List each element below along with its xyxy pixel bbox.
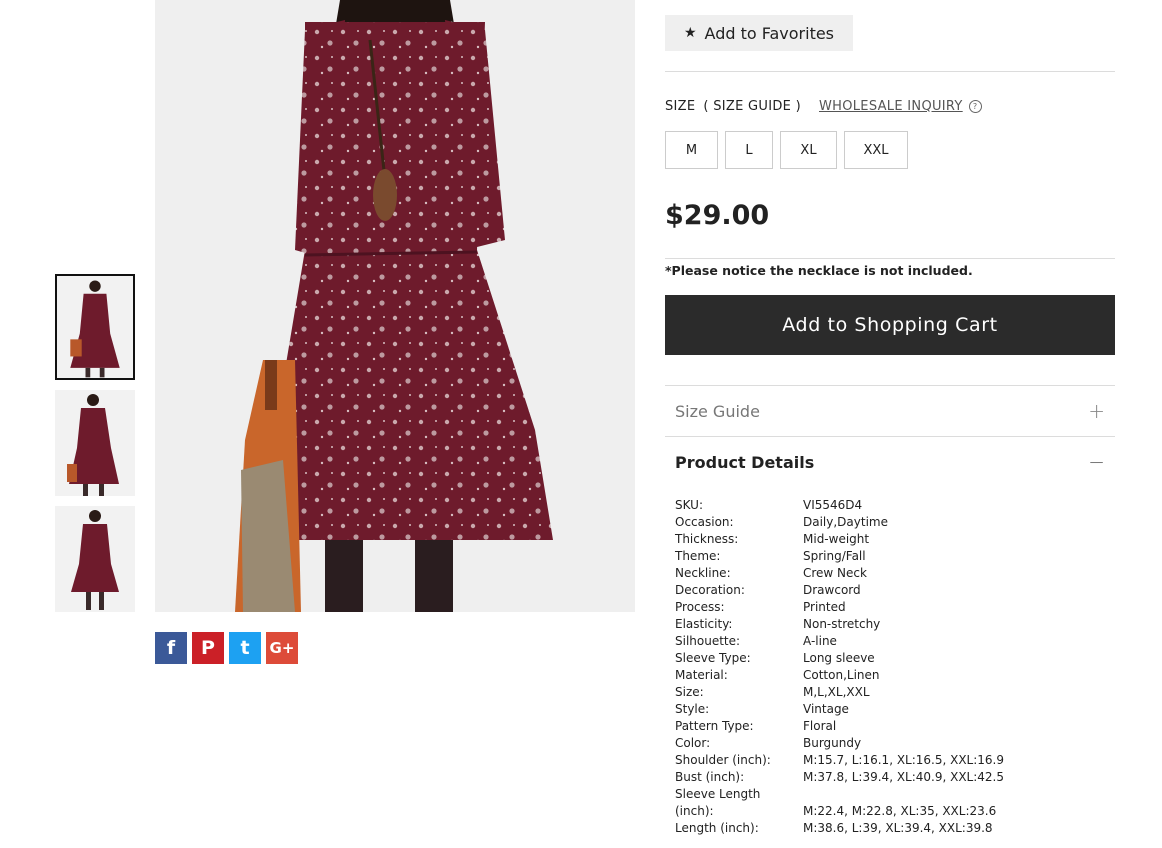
add-to-cart-button[interactable]: Add to Shopping Cart xyxy=(665,295,1115,355)
pinterest-icon: P xyxy=(201,637,215,659)
size-option-l[interactable]: L xyxy=(725,131,773,169)
detail-key: Sleeve Length (inch): xyxy=(675,787,761,818)
detail-key: Bust (inch): xyxy=(675,770,745,784)
detail-row: Style: Vintage xyxy=(675,701,1083,718)
thumbnail-2[interactable] xyxy=(55,390,135,496)
detail-key: Occasion: xyxy=(675,515,734,529)
divider xyxy=(665,258,1115,259)
detail-key: Length (inch): xyxy=(675,821,759,835)
detail-row: Process: Printed xyxy=(675,599,1083,616)
thumbnail-1[interactable] xyxy=(55,274,135,380)
detail-value: Vintage xyxy=(803,702,849,716)
plus-icon: + xyxy=(1088,399,1105,423)
product-details-accordion-title: Product Details xyxy=(675,452,815,472)
detail-key: Material: xyxy=(675,668,728,682)
detail-key: Shoulder (inch): xyxy=(675,753,771,767)
detail-row: Length (inch): M:38.6, L:39, XL:39.4, XXL… xyxy=(675,820,1083,837)
detail-key: Elasticity: xyxy=(675,617,733,631)
pinterest-share-button[interactable]: P xyxy=(192,632,224,664)
detail-row: Material: Cotton,Linen xyxy=(675,667,1083,684)
thumbnail-3[interactable] xyxy=(55,506,135,612)
detail-key: Neckline: xyxy=(675,566,731,580)
detail-key: SKU: xyxy=(675,498,703,512)
detail-value: M:22.4, M:22.8, XL:35, XXL:23.6 xyxy=(803,804,997,818)
detail-row: Silhouette: A-line xyxy=(675,633,1083,650)
googleplus-share-button[interactable]: G+ xyxy=(266,632,298,664)
detail-value: Long sleeve xyxy=(803,651,875,665)
detail-row: Occasion: Daily,Daytime xyxy=(675,514,1083,531)
facebook-icon: f xyxy=(166,637,176,659)
detail-value: Drawcord xyxy=(803,583,861,597)
detail-row: SKU: VI5546D4 xyxy=(675,497,1083,514)
detail-key: Sleeve Type: xyxy=(675,651,751,665)
detail-key: Decoration: xyxy=(675,583,745,597)
divider xyxy=(665,71,1115,72)
detail-row: Thickness: Mid-weight xyxy=(675,531,1083,548)
twitter-icon: t xyxy=(240,637,250,659)
detail-key: Pattern Type: xyxy=(675,719,754,733)
size-guide-accordion[interactable]: Size Guide + xyxy=(665,386,1115,436)
help-icon[interactable]: ? xyxy=(968,100,982,113)
detail-key: Color: xyxy=(675,736,711,750)
size-option-xl[interactable]: XL xyxy=(780,131,837,169)
detail-value: VI5546D4 xyxy=(803,498,863,512)
detail-key: Size: xyxy=(675,685,704,699)
size-label: SIZE xyxy=(665,99,696,114)
twitter-share-button[interactable]: t xyxy=(229,632,261,664)
detail-key: Process: xyxy=(675,600,725,614)
size-guide-link[interactable]: ( SIZE GUIDE ) xyxy=(703,99,801,114)
size-option-m[interactable]: M xyxy=(665,131,718,169)
favorites-label: Add to Favorites xyxy=(704,23,835,43)
detail-row: Elasticity: Non-stretchy xyxy=(675,616,1083,633)
detail-row: Size: M,L,XL,XXL xyxy=(675,684,1083,701)
minus-icon: − xyxy=(1088,450,1105,474)
facebook-share-button[interactable]: f xyxy=(155,632,187,664)
thumbnail-image xyxy=(57,276,133,378)
detail-row: Pattern Type: Floral xyxy=(675,718,1083,735)
product-details-accordion[interactable]: Product Details − xyxy=(665,437,1115,487)
thumbnail-image xyxy=(55,506,135,612)
product-details-list: SKU: VI5546D4 Occasion: Daily,Daytime Thickn… xyxy=(675,497,1083,837)
dress-photo xyxy=(155,0,635,612)
detail-value: Daily,Daytime xyxy=(803,515,888,529)
size-guide-accordion-title: Size Guide xyxy=(675,401,760,421)
detail-row: Sleeve Length (inch): M:22.4, M:22.8, XL:… xyxy=(675,786,1083,820)
add-to-favorites-button[interactable]: ★ Add to Favorites xyxy=(665,15,853,51)
detail-value: Cotton,Linen xyxy=(803,668,880,682)
detail-row: Sleeve Type: Long sleeve xyxy=(675,650,1083,667)
detail-value: Spring/Fall xyxy=(803,549,866,563)
detail-key: Thickness: xyxy=(675,532,739,546)
detail-value: Floral xyxy=(803,719,837,733)
size-options: M L XL XXL xyxy=(665,131,908,169)
detail-row: Shoulder (inch): M:15.7, L:16.1, XL:16.5,… xyxy=(675,752,1083,769)
detail-row: Theme: Spring/Fall xyxy=(675,548,1083,565)
detail-value: A-line xyxy=(803,634,837,648)
wholesale-inquiry-link[interactable]: WHOLESALE INQUIRY xyxy=(819,99,963,114)
detail-value: Mid-weight xyxy=(803,532,870,546)
detail-row: Color: Burgundy xyxy=(675,735,1083,752)
detail-value: M,L,XL,XXL xyxy=(803,685,870,699)
main-product-image[interactable] xyxy=(155,0,635,612)
detail-key: Theme: xyxy=(675,549,721,563)
detail-row: Neckline: Crew Neck xyxy=(675,565,1083,582)
star-icon: ★ xyxy=(683,25,697,41)
detail-key: Silhouette: xyxy=(675,634,741,648)
detail-row: Decoration: Drawcord xyxy=(675,582,1083,599)
necklace-notice: *Please notice the necklace is not inclu… xyxy=(665,263,973,278)
detail-value: M:15.7, L:16.1, XL:16.5, XXL:16.9 xyxy=(803,753,1005,767)
thumbnail-image xyxy=(55,390,135,496)
detail-value: Printed xyxy=(803,600,846,614)
detail-value: Burgundy xyxy=(803,736,862,750)
detail-row: Bust (inch): M:37.8, L:39.4, XL:40.9, XXL… xyxy=(675,769,1083,786)
detail-value: Crew Neck xyxy=(803,566,867,580)
detail-value: Non-stretchy xyxy=(803,617,881,631)
product-price: $29.00 xyxy=(665,200,770,231)
size-header: SIZE ( SIZE GUIDE ) WHOLESALE INQUIRY ? xyxy=(665,99,982,114)
size-option-xxl[interactable]: XXL xyxy=(844,131,908,169)
googleplus-icon: G+ xyxy=(269,639,295,657)
detail-value: M:38.6, L:39, XL:39.4, XXL:39.8 xyxy=(803,821,993,835)
detail-key: Style: xyxy=(675,702,710,716)
share-buttons: f P t G+ xyxy=(155,632,298,664)
detail-value: M:37.8, L:39.4, XL:40.9, XXL:42.5 xyxy=(803,770,1005,784)
